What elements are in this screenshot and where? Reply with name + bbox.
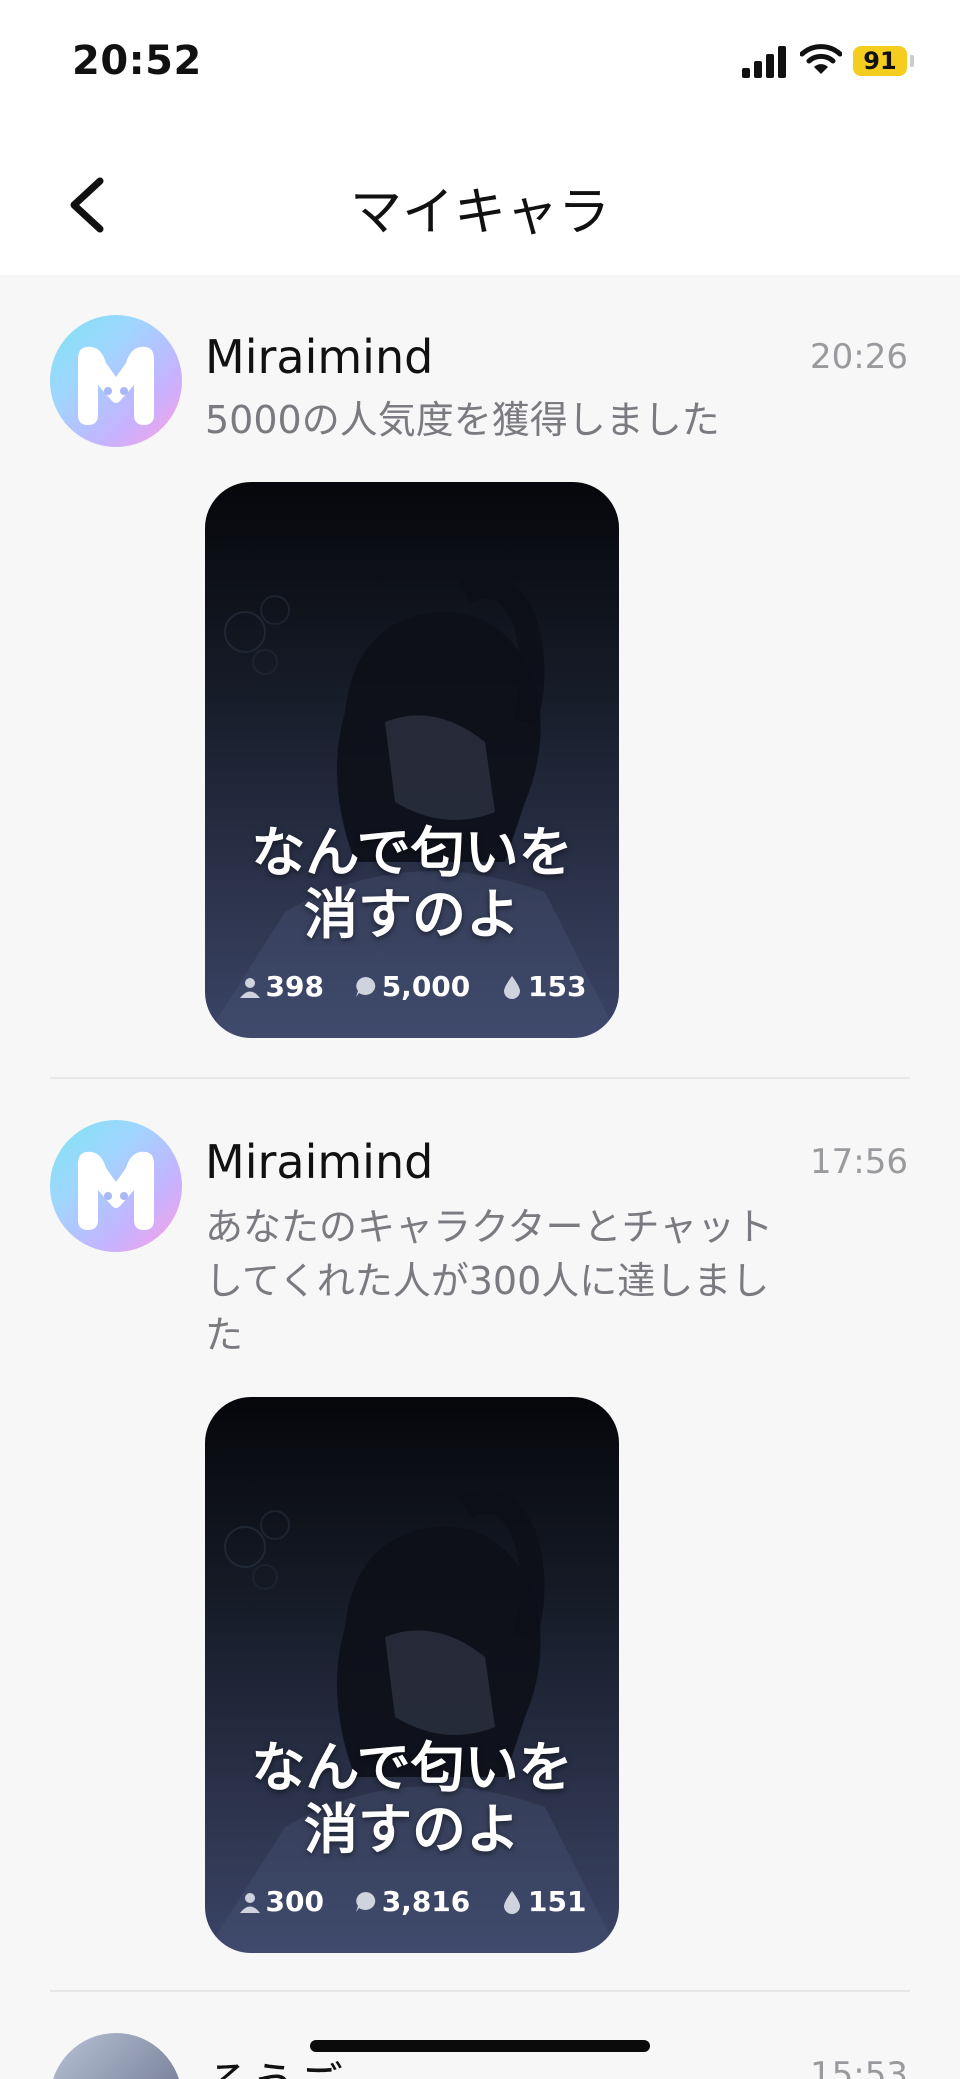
users-count: 300: [265, 1885, 324, 1918]
divider: [50, 1077, 910, 1079]
chats-count: 5,000: [381, 970, 471, 1003]
wifi-icon: [800, 44, 842, 74]
character-card[interactable]: なんで匂いを 消すのよ 300 3,816 151: [205, 1397, 619, 1953]
status-bar: 20:52 91: [0, 0, 960, 120]
avatar[interactable]: [50, 315, 182, 447]
sender-name: Miraimind: [205, 1135, 434, 1189]
divider: [50, 1990, 910, 1992]
timestamp: 15:53: [810, 2055, 908, 2079]
likes-count: 153: [528, 970, 587, 1003]
chats-stat: 5,000: [354, 970, 471, 1003]
chat-bubble-icon: [355, 977, 375, 997]
character-illustration: [205, 574, 619, 1038]
page-title: マイキャラ: [349, 183, 610, 243]
sender-name: そうご: [205, 2048, 343, 2079]
character-card[interactable]: なんで匂いを 消すのよ 398 5,000 153: [205, 482, 619, 1038]
sender-name: Miraimind: [205, 330, 434, 384]
miraimind-logo-icon: [78, 346, 154, 425]
avatar[interactable]: [50, 1120, 182, 1252]
chats-count: 3,816: [381, 1885, 471, 1918]
status-time: 20:52: [72, 38, 202, 84]
users-stat: 398: [238, 970, 324, 1003]
notification-item[interactable]: Miraimind 20:26 5000の人気度を獲得しました なんで匂いを 消…: [0, 275, 960, 1080]
character-stats: 398 5,000 153: [205, 970, 619, 1003]
notification-item[interactable]: Miraimind 17:56 あなたのキャラクターとチャットしてくれた人が30…: [0, 1080, 960, 1990]
notification-message: 5000の人気度を獲得しました: [205, 398, 720, 442]
chat-bubble-icon: [355, 1892, 375, 1912]
character-name: なんで匂いを 消すのよ: [251, 821, 573, 946]
user-icon: [239, 978, 260, 998]
timestamp: 17:56: [810, 1142, 908, 1182]
likes-stat: 151: [500, 1885, 586, 1918]
timestamp: 20:26: [810, 337, 908, 377]
character-stats: 300 3,816 151: [205, 1885, 619, 1918]
chats-stat: 3,816: [354, 1885, 471, 1918]
battery-icon: 91: [853, 46, 907, 76]
user-icon: [239, 1893, 260, 1913]
users-count: 398: [265, 970, 324, 1003]
notification-item[interactable]: そうご 15:53: [0, 1993, 960, 2079]
avatar[interactable]: [50, 2033, 182, 2079]
navigation-bar: マイキャラ: [0, 120, 960, 275]
notification-message: あなたのキャラクターとチャットしてくれた人が300人に達しました: [205, 1205, 774, 1357]
battery-tip: [910, 55, 914, 67]
drop-icon: [504, 1891, 521, 1914]
character-name: なんで匂いを 消すのよ: [251, 1736, 573, 1861]
drop-icon: [504, 976, 521, 999]
character-illustration: [205, 1489, 619, 1953]
cellular-signal-icon: [742, 44, 788, 78]
home-indicator[interactable]: [310, 2040, 650, 2052]
users-stat: 300: [238, 1885, 324, 1918]
likes-count: 151: [528, 1885, 587, 1918]
miraimind-logo-icon: [78, 1151, 154, 1230]
likes-stat: 153: [500, 970, 586, 1003]
